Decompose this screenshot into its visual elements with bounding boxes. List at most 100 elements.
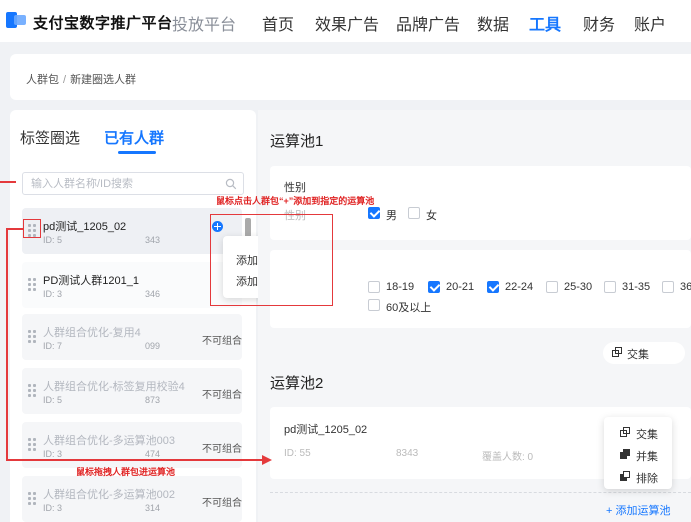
breadcrumb-current: 新建圈选人群 [70, 74, 137, 86]
logo-icon [6, 12, 26, 28]
breadcrumb: 人群包 / 新建圈选人群 [26, 71, 136, 87]
age-36-checkbox[interactable] [662, 281, 674, 293]
audience-card-number: 474 [145, 449, 161, 459]
pool2-card-number: 8343 [396, 448, 419, 459]
drag-handle-icon [28, 330, 38, 344]
annotation-drag-to-pool: 鼠标拖拽人群包进运算池 [76, 467, 176, 477]
age-option-label: 31-35 [622, 281, 651, 293]
audience-card-id: ID: 5 [43, 235, 63, 245]
audience-card[interactable]: PD测试人群1201_1 ID: 3 346 [22, 262, 242, 308]
pool2-title: 运算池2 [270, 375, 324, 392]
gender-male-checkbox[interactable] [368, 207, 380, 219]
audience-card-id: ID: 3 [43, 503, 63, 513]
brand-title: 支付宝数字推广平台 [33, 15, 173, 32]
age-20-21-checkbox[interactable] [428, 281, 440, 293]
search-input[interactable] [23, 173, 213, 194]
nav-finance[interactable]: 财务 [583, 11, 615, 35]
annotation-line [6, 228, 23, 230]
nav-brand-ads[interactable]: 品牌广告 [396, 11, 460, 35]
nav-home[interactable]: 首页 [262, 11, 294, 35]
intersection-icon [612, 347, 622, 357]
audience-card[interactable]: 人群组合优化-复用4 ID: 7 099 不可组合 [22, 314, 242, 360]
audience-card-number: 314 [145, 503, 161, 513]
pool2-card-title: pd测试_1205_02 [284, 424, 368, 436]
drag-handle-icon [28, 492, 38, 506]
age-option-label: 25-30 [564, 281, 593, 293]
annotation-arrow-icon [262, 455, 272, 465]
audience-card-title: 人群组合优化-标签复用校验4 [43, 381, 185, 393]
annotation-line [0, 181, 16, 183]
not-combinable-badge: 不可组合 [202, 336, 242, 347]
nav-tools[interactable]: 工具 [529, 11, 561, 35]
not-combinable-badge: 不可组合 [202, 444, 242, 455]
top-navbar: 支付宝数字推广平台 投放平台 首页 效果广告 品牌广告 数据 工具 财务 账户 [0, 0, 691, 42]
intersection-button-label: 交集 [627, 349, 649, 361]
age-option-label: 36 [680, 281, 691, 293]
audience-card-id: ID: 7 [43, 341, 63, 351]
intersection-icon [620, 427, 630, 437]
nav-account[interactable]: 账户 [634, 11, 666, 35]
union-icon [620, 449, 630, 459]
age-31-35-checkbox[interactable] [604, 281, 616, 293]
gender-female-label: 女 [426, 210, 437, 222]
exclude-icon [620, 471, 630, 481]
search-icon[interactable] [225, 178, 237, 190]
drag-handle-icon[interactable] [28, 278, 38, 292]
audience-card[interactable]: 人群组合优化-标签复用校验4 ID: 5 873 不可组合 [22, 368, 242, 414]
annotation-popup-highlight [210, 214, 333, 306]
gender-label: 性别 [284, 182, 306, 194]
nav-effect-ads[interactable]: 效果广告 [315, 11, 379, 35]
audience-card-number: 099 [145, 341, 161, 351]
age-60plus-checkbox[interactable] [368, 299, 380, 311]
annotation-drag-highlight [23, 219, 41, 238]
audience-card-id: ID: 3 [43, 289, 63, 299]
breadcrumb-root[interactable]: 人群包 [26, 74, 59, 86]
divider [270, 492, 691, 493]
breadcrumb-bar: 人群包 / 新建圈选人群 [10, 54, 691, 100]
not-combinable-badge: 不可组合 [202, 390, 242, 401]
gender-male-label: 男 [386, 210, 397, 222]
age-25-30-checkbox[interactable] [546, 281, 558, 293]
age-22-24-checkbox[interactable] [487, 281, 499, 293]
audience-card-id: ID: 5 [43, 395, 63, 405]
audience-card-title: 人群组合优化-复用4 [43, 327, 141, 339]
age-option-label: 20-21 [446, 281, 475, 293]
intersection-toggle-button[interactable]: 交集 [603, 342, 685, 364]
pool1-title: 运算池1 [270, 133, 324, 150]
drag-handle-icon [28, 384, 38, 398]
breadcrumb-separator: / [63, 74, 67, 86]
nav-data[interactable]: 数据 [477, 11, 509, 35]
drag-handle-icon [28, 438, 38, 452]
audience-card[interactable]: 人群组合优化-多运算池002 ID: 3 314 不可组合 [22, 476, 242, 522]
op-intersection-label: 交集 [636, 429, 658, 441]
add-pool-button[interactable]: + 添加运算池 [606, 502, 670, 518]
active-tab-indicator [118, 151, 156, 154]
audience-card[interactable]: 人群组合优化-多运算池003 ID: 3 474 不可组合 [22, 422, 242, 468]
op-exclude-label: 排除 [636, 473, 658, 485]
age-option-label: 22-24 [505, 281, 534, 293]
audience-card-id: ID: 3 [43, 449, 63, 459]
tab-existing-audience[interactable]: 已有人群 [104, 127, 164, 148]
pool2-card-id: ID: 55 [284, 448, 311, 459]
age-option-label: 60及以上 [386, 302, 432, 314]
age-option-label: 18-19 [386, 281, 415, 293]
tab-tag-select[interactable]: 标签圈选 [20, 127, 80, 148]
age-filter: 18-19 20-21 22-24 25-30 31-35 36 60及以上 [270, 250, 691, 328]
not-combinable-badge: 不可组合 [202, 498, 242, 509]
operation-menu: 交集 并集 排除 [604, 417, 672, 489]
pool2-card-coverage: 覆盖人数: 0 [482, 452, 534, 463]
annotation-line [6, 228, 8, 460]
audience-card-title: pd测试_1205_02 [43, 221, 127, 233]
age-18-19-checkbox[interactable] [368, 281, 380, 293]
op-union-label: 并集 [636, 451, 658, 463]
annotation-line [6, 459, 264, 461]
gender-female-checkbox[interactable] [408, 207, 420, 219]
audience-card-title: 人群组合优化-多运算池002 [43, 489, 176, 501]
brand-subtitle: 投放平台 [172, 17, 237, 34]
annotation-click-plus: 鼠标点击人群包“+”添加到指定的运算池 [216, 196, 375, 206]
audience-card[interactable]: pd测试_1205_02 ID: 5 343 [22, 208, 242, 254]
audience-card-number: 343 [145, 235, 161, 245]
audience-card-title: PD测试人群1201_1 [43, 275, 139, 287]
audience-search[interactable] [22, 172, 244, 195]
audience-card-number: 873 [145, 395, 161, 405]
